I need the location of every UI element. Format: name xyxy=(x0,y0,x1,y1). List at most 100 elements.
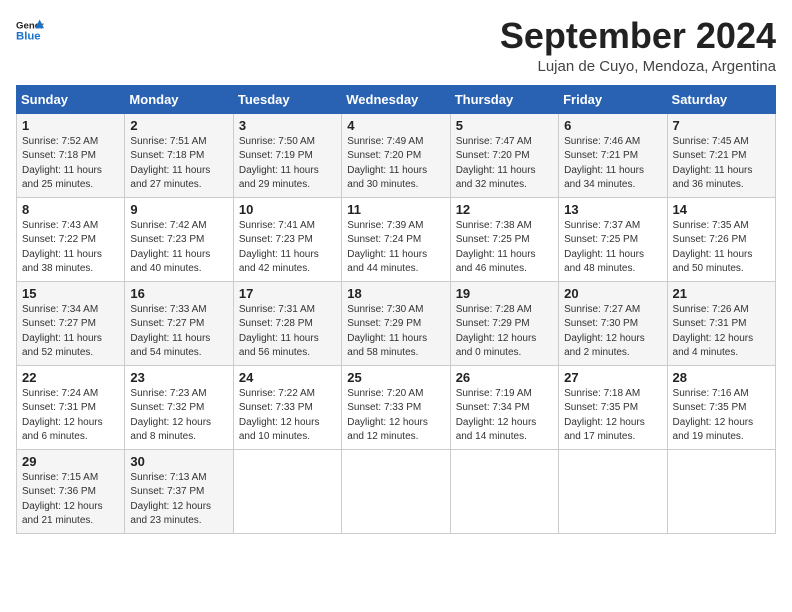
weekday-header-monday: Monday xyxy=(125,85,233,113)
logo: General Blue xyxy=(16,16,44,44)
day-number: 12 xyxy=(456,202,553,217)
location: Lujan de Cuyo, Mendoza, Argentina xyxy=(500,58,776,75)
calendar-cell: 28Sunrise: 7:16 AMSunset: 7:35 PMDayligh… xyxy=(667,365,775,449)
calendar-cell xyxy=(233,449,341,533)
day-number: 17 xyxy=(239,286,336,301)
weekday-header-thursday: Thursday xyxy=(450,85,558,113)
calendar-cell: 9 Sunrise: 7:42 AMSunset: 7:23 PMDaylight… xyxy=(125,197,233,281)
calendar-cell: 8Sunrise: 7:43 AMSunset: 7:22 PMDaylight… xyxy=(17,197,125,281)
calendar-cell: 20 Sunrise: 7:27 AMSunset: 7:30 PMDayligh… xyxy=(559,281,667,365)
day-number: 3 xyxy=(239,118,336,133)
weekday-header-tuesday: Tuesday xyxy=(233,85,341,113)
calendar-cell: 30 Sunrise: 7:13 AMSunset: 7:37 PMDayligh… xyxy=(125,449,233,533)
day-number: 29 xyxy=(22,454,119,469)
day-number: 13 xyxy=(564,202,661,217)
day-detail: Sunrise: 7:30 AMSunset: 7:29 PMDaylight:… xyxy=(347,303,444,361)
day-detail: Sunrise: 7:20 AMSunset: 7:33 PMDaylight:… xyxy=(347,387,444,445)
day-number: 11 xyxy=(347,202,444,217)
calendar-cell: 24 Sunrise: 7:22 AMSunset: 7:33 PMDayligh… xyxy=(233,365,341,449)
day-number: 24 xyxy=(239,370,336,385)
day-detail: Sunrise: 7:50 AMSunset: 7:19 PMDaylight:… xyxy=(239,135,336,193)
calendar-cell: 10 Sunrise: 7:41 AMSunset: 7:23 PMDayligh… xyxy=(233,197,341,281)
calendar-cell: 27 Sunrise: 7:18 AMSunset: 7:35 PMDayligh… xyxy=(559,365,667,449)
day-detail: Sunrise: 7:13 AMSunset: 7:37 PMDaylight:… xyxy=(130,471,227,529)
day-detail: Sunrise: 7:23 AMSunset: 7:32 PMDaylight:… xyxy=(130,387,227,445)
day-detail: Sunrise: 7:35 AMSunset: 7:26 PMDaylight:… xyxy=(673,219,770,277)
calendar-table: SundayMondayTuesdayWednesdayThursdayFrid… xyxy=(16,85,776,534)
day-detail: Sunrise: 7:41 AMSunset: 7:23 PMDaylight:… xyxy=(239,219,336,277)
day-detail: Sunrise: 7:43 AMSunset: 7:22 PMDaylight:… xyxy=(22,219,119,277)
day-number: 19 xyxy=(456,286,553,301)
logo-icon: General Blue xyxy=(16,16,44,44)
day-number: 4 xyxy=(347,118,444,133)
title-block: September 2024 Lujan de Cuyo, Mendoza, A… xyxy=(500,16,776,75)
month-title: September 2024 xyxy=(500,16,776,56)
day-number: 1 xyxy=(22,118,119,133)
calendar-cell: 1 Sunrise: 7:52 AMSunset: 7:18 PMDaylight… xyxy=(17,113,125,197)
day-number: 16 xyxy=(130,286,227,301)
svg-text:Blue: Blue xyxy=(16,31,41,43)
calendar-cell: 15 Sunrise: 7:34 AMSunset: 7:27 PMDayligh… xyxy=(17,281,125,365)
day-detail: Sunrise: 7:22 AMSunset: 7:33 PMDaylight:… xyxy=(239,387,336,445)
calendar-cell: 21 Sunrise: 7:26 AMSunset: 7:31 PMDayligh… xyxy=(667,281,775,365)
day-detail: Sunrise: 7:31 AMSunset: 7:28 PMDaylight:… xyxy=(239,303,336,361)
calendar-cell: 26 Sunrise: 7:19 AMSunset: 7:34 PMDayligh… xyxy=(450,365,558,449)
calendar-cell xyxy=(342,449,450,533)
calendar-cell: 22Sunrise: 7:24 AMSunset: 7:31 PMDayligh… xyxy=(17,365,125,449)
calendar-cell: 14 Sunrise: 7:35 AMSunset: 7:26 PMDayligh… xyxy=(667,197,775,281)
calendar-cell: 18Sunrise: 7:30 AMSunset: 7:29 PMDayligh… xyxy=(342,281,450,365)
day-number: 21 xyxy=(673,286,770,301)
calendar-cell: 7 Sunrise: 7:45 AMSunset: 7:21 PMDaylight… xyxy=(667,113,775,197)
day-number: 15 xyxy=(22,286,119,301)
calendar-cell: 23 Sunrise: 7:23 AMSunset: 7:32 PMDayligh… xyxy=(125,365,233,449)
day-number: 30 xyxy=(130,454,227,469)
day-number: 5 xyxy=(456,118,553,133)
calendar-cell: 25Sunrise: 7:20 AMSunset: 7:33 PMDayligh… xyxy=(342,365,450,449)
day-detail: Sunrise: 7:15 AMSunset: 7:36 PMDaylight:… xyxy=(22,471,119,529)
calendar-cell: 19Sunrise: 7:28 AMSunset: 7:29 PMDayligh… xyxy=(450,281,558,365)
day-number: 6 xyxy=(564,118,661,133)
day-number: 2 xyxy=(130,118,227,133)
day-detail: Sunrise: 7:19 AMSunset: 7:34 PMDaylight:… xyxy=(456,387,553,445)
day-detail: Sunrise: 7:37 AMSunset: 7:25 PMDaylight:… xyxy=(564,219,661,277)
calendar-cell: 16 Sunrise: 7:33 AMSunset: 7:27 PMDayligh… xyxy=(125,281,233,365)
day-detail: Sunrise: 7:39 AMSunset: 7:24 PMDaylight:… xyxy=(347,219,444,277)
day-detail: Sunrise: 7:51 AMSunset: 7:18 PMDaylight:… xyxy=(130,135,227,193)
calendar-cell: 29 Sunrise: 7:15 AMSunset: 7:36 PMDayligh… xyxy=(17,449,125,533)
day-detail: Sunrise: 7:42 AMSunset: 7:23 PMDaylight:… xyxy=(130,219,227,277)
day-detail: Sunrise: 7:33 AMSunset: 7:27 PMDaylight:… xyxy=(130,303,227,361)
calendar-cell: 11 Sunrise: 7:39 AMSunset: 7:24 PMDayligh… xyxy=(342,197,450,281)
day-detail: Sunrise: 7:27 AMSunset: 7:30 PMDaylight:… xyxy=(564,303,661,361)
day-detail: Sunrise: 7:34 AMSunset: 7:27 PMDaylight:… xyxy=(22,303,119,361)
day-detail: Sunrise: 7:47 AMSunset: 7:20 PMDaylight:… xyxy=(456,135,553,193)
calendar-cell: 3 Sunrise: 7:50 AMSunset: 7:19 PMDaylight… xyxy=(233,113,341,197)
day-detail: Sunrise: 7:18 AMSunset: 7:35 PMDaylight:… xyxy=(564,387,661,445)
day-number: 27 xyxy=(564,370,661,385)
day-number: 20 xyxy=(564,286,661,301)
calendar-cell: 13 Sunrise: 7:37 AMSunset: 7:25 PMDayligh… xyxy=(559,197,667,281)
day-number: 10 xyxy=(239,202,336,217)
calendar-cell: 5 Sunrise: 7:47 AMSunset: 7:20 PMDaylight… xyxy=(450,113,558,197)
calendar-cell: 6Sunrise: 7:46 AMSunset: 7:21 PMDaylight… xyxy=(559,113,667,197)
weekday-header-friday: Friday xyxy=(559,85,667,113)
day-number: 9 xyxy=(130,202,227,217)
day-number: 26 xyxy=(456,370,553,385)
day-detail: Sunrise: 7:52 AMSunset: 7:18 PMDaylight:… xyxy=(22,135,119,193)
calendar-cell xyxy=(667,449,775,533)
day-detail: Sunrise: 7:16 AMSunset: 7:35 PMDaylight:… xyxy=(673,387,770,445)
day-number: 22 xyxy=(22,370,119,385)
day-detail: Sunrise: 7:38 AMSunset: 7:25 PMDaylight:… xyxy=(456,219,553,277)
day-detail: Sunrise: 7:26 AMSunset: 7:31 PMDaylight:… xyxy=(673,303,770,361)
calendar-cell xyxy=(450,449,558,533)
calendar-cell xyxy=(559,449,667,533)
day-number: 14 xyxy=(673,202,770,217)
day-number: 23 xyxy=(130,370,227,385)
day-detail: Sunrise: 7:49 AMSunset: 7:20 PMDaylight:… xyxy=(347,135,444,193)
calendar-cell: 12 Sunrise: 7:38 AMSunset: 7:25 PMDayligh… xyxy=(450,197,558,281)
day-number: 7 xyxy=(673,118,770,133)
calendar-cell: 4 Sunrise: 7:49 AMSunset: 7:20 PMDaylight… xyxy=(342,113,450,197)
calendar-cell: 17 Sunrise: 7:31 AMSunset: 7:28 PMDayligh… xyxy=(233,281,341,365)
weekday-header-sunday: Sunday xyxy=(17,85,125,113)
weekday-header-wednesday: Wednesday xyxy=(342,85,450,113)
day-detail: Sunrise: 7:45 AMSunset: 7:21 PMDaylight:… xyxy=(673,135,770,193)
